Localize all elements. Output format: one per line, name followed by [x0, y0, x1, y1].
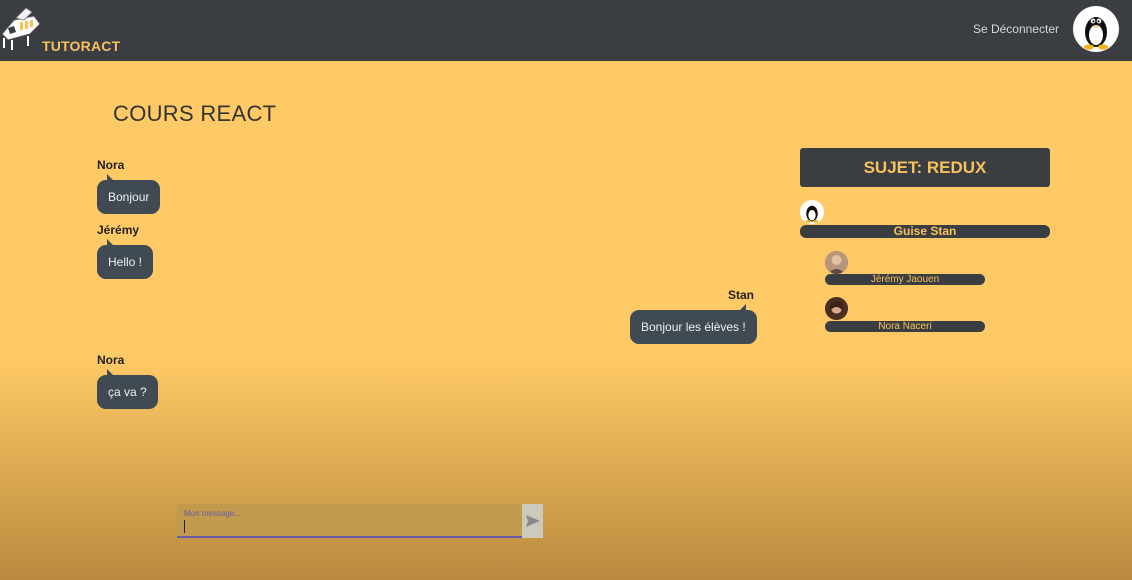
send-arrow-icon	[525, 515, 540, 527]
message-author: Nora	[97, 353, 125, 367]
user-avatar[interactable]	[1073, 6, 1119, 52]
message-bubble: Bonjour	[97, 174, 161, 214]
page-title: COURS REACT	[113, 101, 277, 126]
message-bubble: Bonjour les élèves !	[630, 304, 757, 344]
text-caret	[184, 520, 185, 533]
subject-banner: SUJET: REDUX	[800, 148, 1050, 187]
send-button[interactable]	[522, 504, 543, 538]
member-photo-avatar[interactable]	[825, 251, 848, 274]
member-teacher[interactable]: Guise Stan	[800, 225, 1050, 238]
penguin-avatar-icon[interactable]	[800, 200, 824, 224]
message-author: Jérémy	[97, 223, 140, 237]
top-navbar: TUTORACT Se Déconnecter	[0, 0, 1132, 61]
penguin-avatar-icon	[1084, 17, 1108, 50]
message-input[interactable]	[183, 518, 513, 534]
message-input-label: Mon message...	[184, 509, 241, 518]
logout-link[interactable]: Se Déconnecter	[973, 22, 1059, 36]
member-student[interactable]: Jérémy Jaouen	[825, 274, 985, 285]
message-item: Nora	[97, 158, 124, 172]
message-bubble: Hello !	[97, 239, 154, 279]
message-item: Stan	[728, 288, 754, 302]
brand-name[interactable]: TUTORACT	[42, 38, 120, 54]
message-item: Jérémy	[97, 223, 139, 237]
member-student[interactable]: Nora Naceri	[825, 321, 985, 332]
message-composer[interactable]: Mon message...	[177, 504, 522, 538]
message-item: Nora	[97, 353, 124, 367]
message-author: Stan	[728, 288, 755, 302]
message-bubble: ça va ?	[97, 369, 158, 409]
message-author: Nora	[97, 158, 125, 172]
member-photo-avatar[interactable]	[825, 297, 848, 320]
piano-logo-icon[interactable]	[0, 4, 44, 52]
